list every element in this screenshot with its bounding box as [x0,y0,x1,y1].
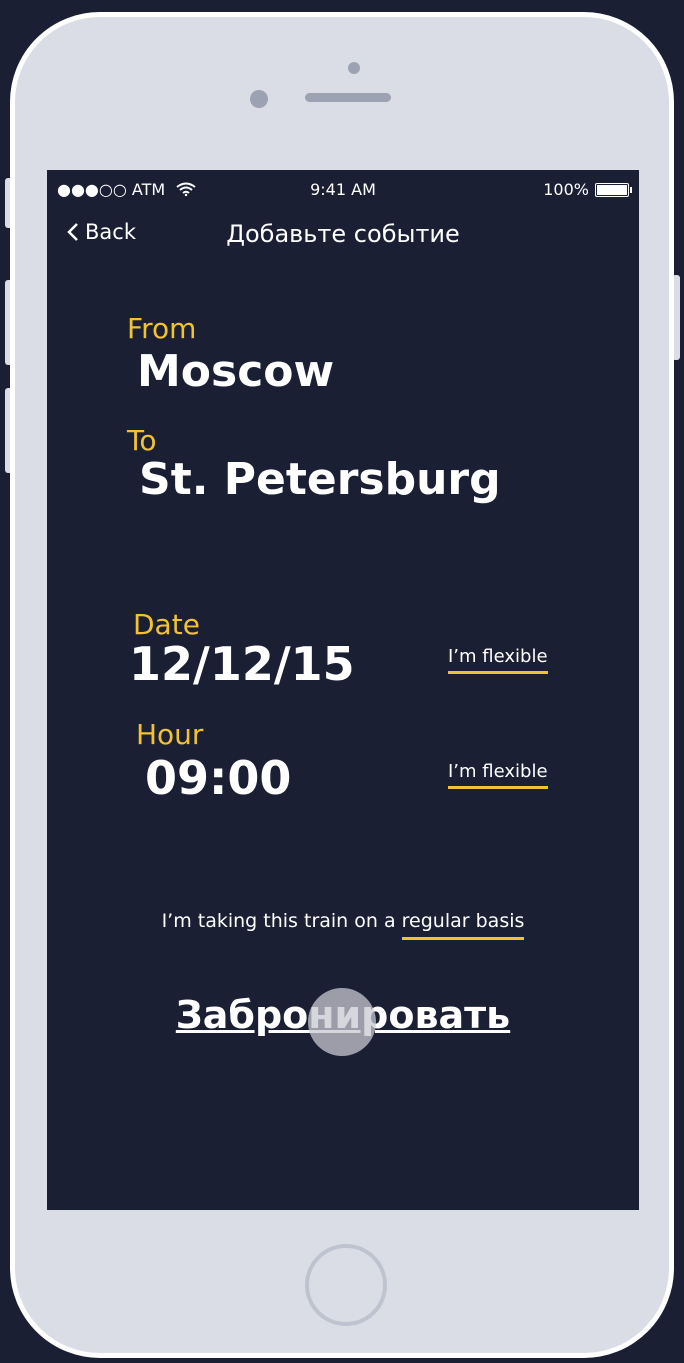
regular-basis-text: I’m taking this train on a regular basis [47,910,639,940]
chevron-left-icon [67,223,78,241]
battery-status: 100% [543,180,632,199]
home-button[interactable] [305,1244,387,1326]
hour-label: Hour [136,718,204,751]
app-screen: ●●●○○ ATM 9:41 AM 100% Добавьте событие … [47,170,639,1210]
status-bar: ●●●○○ ATM 9:41 AM 100% [47,180,639,202]
back-button[interactable]: Back [67,220,136,244]
from-label: From [127,312,197,345]
hour-value[interactable]: 09:00 [145,751,291,805]
to-value[interactable]: St. Petersburg [139,454,501,505]
hour-flexible-link[interactable]: I’m flexible [448,761,548,789]
date-value[interactable]: 12/12/15 [129,637,355,691]
front-camera [250,90,268,108]
date-flexible-link[interactable]: I’m flexible [448,646,548,674]
proximity-sensor [348,62,360,74]
from-value[interactable]: Moscow [137,346,334,397]
touch-indicator [308,988,376,1056]
to-label: To [127,424,157,457]
battery-icon [595,182,632,197]
regular-basis-link[interactable]: regular basis [401,910,525,940]
earpiece-speaker [305,93,391,102]
